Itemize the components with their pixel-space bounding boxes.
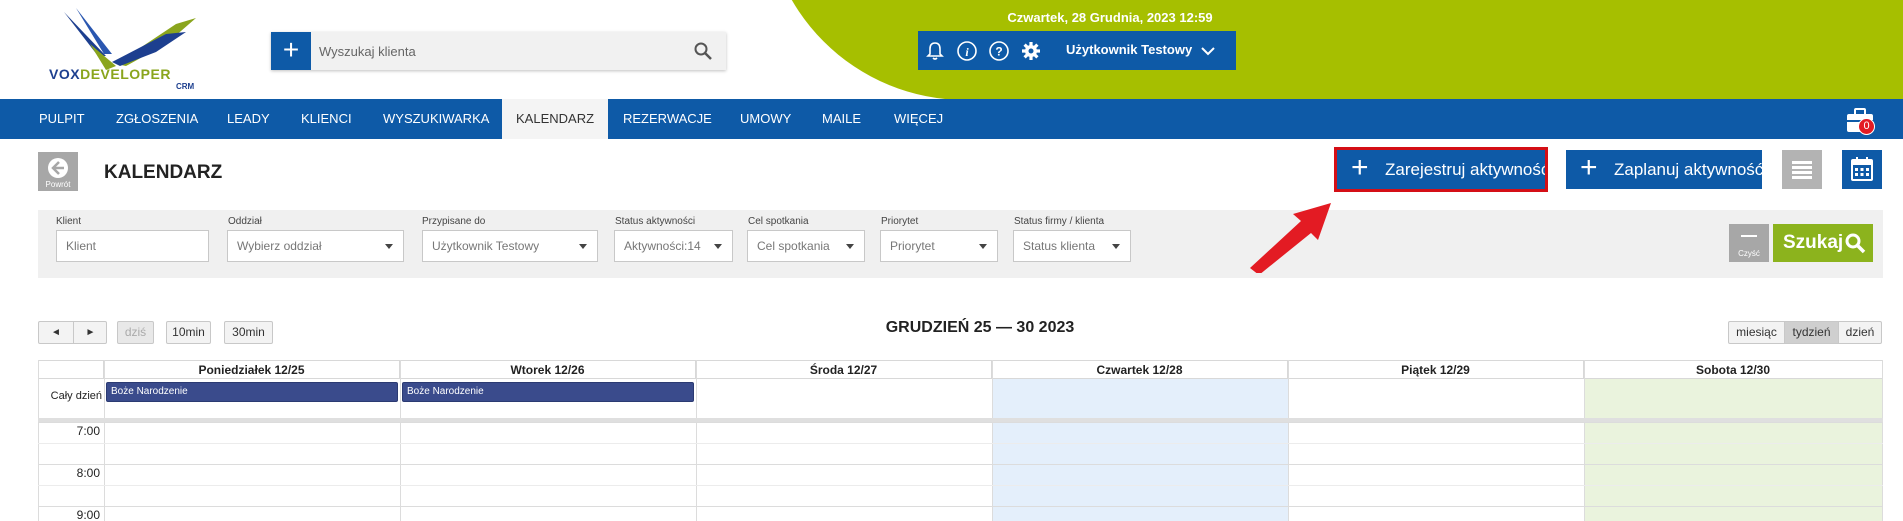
bell-icon[interactable]: [924, 40, 946, 62]
info-icon[interactable]: i: [956, 40, 978, 62]
user-name[interactable]: Użytkownik Testowy: [1066, 42, 1192, 57]
prev-week-button[interactable]: ◄: [39, 322, 73, 343]
all-day-label: Cały dzień: [50, 390, 102, 402]
clear-button[interactable]: Czyść: [1729, 224, 1769, 262]
priority-filter-select[interactable]: Priorytet: [880, 230, 998, 262]
calendar-icon: [1851, 157, 1873, 181]
highlight-frame: [1334, 147, 1548, 192]
assigned-filter-select[interactable]: Użytkownik Testowy: [422, 230, 598, 262]
branch-filter-label: Oddział: [228, 216, 262, 227]
event-boze-narodzenie-mon[interactable]: Boże Narodzenie: [106, 382, 398, 402]
client-filter-input[interactable]: Klient: [56, 230, 209, 262]
nav-item-kalendarz[interactable]: KALENDARZ: [502, 99, 609, 139]
search-button-label: Szukaj: [1783, 232, 1844, 253]
logo-text: VOXDEVELOPER: [49, 66, 171, 82]
nav-item-klienci[interactable]: KLIENCI: [287, 99, 366, 139]
nav-item-pulpit[interactable]: PULPIT: [25, 99, 99, 139]
goal-filter-label: Cel spotkania: [748, 216, 809, 227]
back-label: Powrót: [45, 180, 71, 189]
day-header-tue: Wtorek 12/26: [400, 360, 696, 379]
clear-label: Czyść: [1738, 249, 1760, 258]
svg-text:?: ?: [995, 45, 1002, 59]
time-label: 9:00: [76, 508, 100, 521]
briefcase-badge: 0: [1858, 118, 1875, 135]
assigned-filter-label: Przypisane do: [422, 216, 486, 227]
status-filter-label: Status aktywności: [615, 216, 696, 227]
back-button[interactable]: Powrót: [38, 152, 78, 191]
plus-icon[interactable]: +: [271, 32, 311, 70]
client-search: +: [271, 32, 726, 70]
back-arrow-icon: [48, 158, 68, 178]
nav-item-leady[interactable]: LEADY: [213, 99, 284, 139]
slot-10min-button[interactable]: 10min: [166, 321, 211, 344]
view-day-button[interactable]: dzień: [1839, 322, 1881, 343]
calendar-view-button[interactable]: [1842, 150, 1882, 189]
app-header: VOXDEVELOPER CRM + Czwartek, 28 Grudnia,…: [0, 0, 1903, 99]
saturday-column: [1584, 379, 1883, 521]
view-switcher: miesiąc tydzień dzień: [1728, 321, 1882, 344]
company-status-filter-select[interactable]: Status klienta: [1013, 230, 1131, 262]
help-icon[interactable]: ?: [988, 40, 1010, 62]
current-datetime: Czwartek, 28 Grudnia, 2023 12:59: [1007, 10, 1213, 25]
search-button[interactable]: Szukaj: [1773, 224, 1873, 262]
nav-item-umowy[interactable]: UMOWY: [726, 99, 805, 139]
day-header-mon: Poniedziałek 12/25: [104, 360, 400, 379]
calendar-nav-group: ◄ ►: [38, 321, 107, 344]
nav-item-wyszukiwarka[interactable]: WYSZUKIWARKA: [369, 99, 503, 139]
goal-filter-select[interactable]: Cel spotkania: [747, 230, 865, 262]
company-status-filter-label: Status firmy / klienta: [1014, 216, 1105, 227]
today-button[interactable]: dziś: [117, 321, 154, 344]
minus-icon: [1741, 235, 1757, 237]
filter-panel: Klient Klient Oddział Wybierz oddział Pr…: [38, 210, 1883, 278]
page-title: KALENDARZ: [104, 162, 223, 183]
plus-icon: +: [1580, 151, 1598, 184]
nav-item-zgloszenia[interactable]: ZGŁOSZENIA: [102, 99, 212, 139]
nav-item-wiecej[interactable]: WIĘCEJ: [880, 99, 957, 139]
user-bar: i ? Użytkownik Testowy: [918, 31, 1236, 70]
week-grid: Poniedziałek 12/25 Wtorek 12/26 Środa 12…: [38, 360, 1883, 521]
day-header-wed: Środa 12/27: [696, 360, 992, 379]
view-month-button[interactable]: miesiąc: [1729, 322, 1784, 343]
day-header-fri: Piątek 12/29: [1288, 360, 1584, 379]
search-input[interactable]: [319, 32, 669, 70]
annotation-arrow-icon: [1250, 203, 1331, 273]
priority-filter-label: Priorytet: [881, 216, 919, 227]
day-header-sat: Sobota 12/30: [1584, 360, 1883, 379]
today-column: [992, 379, 1288, 521]
day-header-thu: Czwartek 12/28: [992, 360, 1288, 379]
list-icon: [1792, 161, 1812, 179]
calendar-title: GRUDZIEŃ 25 — 30 2023: [885, 319, 1075, 336]
gear-icon[interactable]: [1020, 40, 1042, 62]
branch-filter-select[interactable]: Wybierz oddział: [227, 230, 404, 262]
plan-activity-button[interactable]: + Zaplanuj aktywność: [1566, 150, 1764, 189]
magnifier-icon: [1845, 233, 1866, 254]
slot-30min-button[interactable]: 30min: [224, 321, 273, 344]
main-nav: PULPIT ZGŁOSZENIA LEADY KLIENCI WYSZUKIW…: [0, 99, 1903, 139]
chevron-down-icon[interactable]: [1200, 43, 1216, 59]
svg-text:i: i: [965, 45, 969, 59]
client-filter-label: Klient: [56, 216, 82, 227]
magnifier-icon[interactable]: [693, 41, 713, 61]
time-label: 8:00: [76, 466, 100, 480]
time-gutter-header: [38, 360, 104, 379]
status-filter-select[interactable]: Aktywności:14: [614, 230, 733, 262]
nav-item-maile[interactable]: MAILE: [808, 99, 875, 139]
plan-activity-label: Zaplanuj aktywność: [1614, 160, 1764, 179]
list-view-button[interactable]: [1782, 150, 1822, 189]
logo-crm: CRM: [176, 82, 195, 91]
time-label: 7:00: [76, 424, 100, 438]
next-week-button[interactable]: ►: [73, 322, 107, 343]
nav-item-rezerwacje[interactable]: REZERWACJE: [609, 99, 726, 139]
view-week-button[interactable]: tydzień: [1784, 322, 1839, 343]
event-boze-narodzenie-tue[interactable]: Boże Narodzenie: [402, 382, 694, 402]
